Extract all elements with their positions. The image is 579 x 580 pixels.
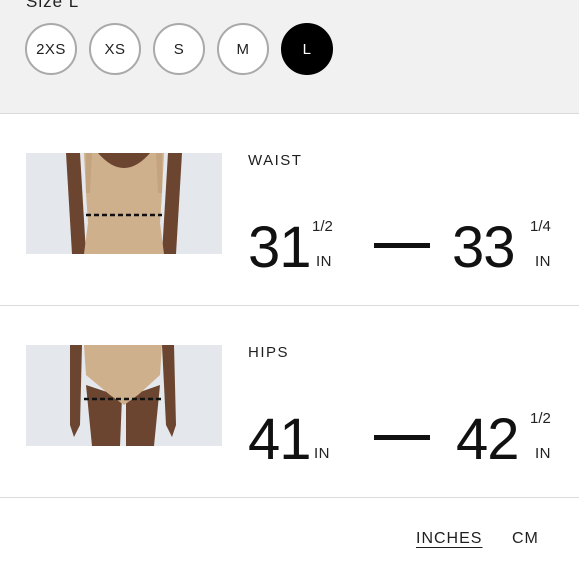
unit-toggle-inches[interactable]: INCHES: [416, 530, 482, 548]
hips-max-fraction: 1/2: [530, 410, 551, 427]
waist-range-dash: [374, 243, 430, 248]
waist-max-fraction: 1/4: [530, 218, 551, 235]
selected-size-label: Size L: [26, 0, 80, 11]
size-option-s[interactable]: S: [153, 23, 205, 75]
waist-max-value: 33: [452, 215, 516, 280]
size-selector-panel: Size L 2XS XS S M L: [0, 0, 579, 114]
unit-toggle-cm[interactable]: CM: [512, 530, 539, 548]
hips-range-dash: [374, 435, 430, 440]
hips-max-unit: IN: [535, 445, 551, 462]
waist-max-unit: IN: [535, 253, 551, 270]
waist-min-unit: IN: [316, 253, 332, 270]
size-option-2xs[interactable]: 2XS: [25, 23, 77, 75]
hips-measurement-row: HIPS 41 IN 42 1/2 IN: [0, 306, 579, 498]
waist-measurement-row: WAIST 31 1/2 IN 33 1/4 IN: [0, 114, 579, 306]
hips-max-value: 42: [456, 407, 520, 472]
hips-title: HIPS: [248, 344, 290, 361]
size-option-xs[interactable]: XS: [89, 23, 141, 75]
size-option-m[interactable]: M: [217, 23, 269, 75]
hips-min-value: 41: [248, 407, 312, 472]
waist-min-value: 31: [248, 215, 312, 280]
size-options: 2XS XS S M L: [25, 23, 345, 75]
hips-min-unit: IN: [314, 445, 330, 462]
waist-title: WAIST: [248, 152, 303, 169]
waist-illustration-image: [26, 153, 222, 254]
size-option-l[interactable]: L: [281, 23, 333, 75]
waist-min-fraction: 1/2: [312, 218, 333, 235]
hips-illustration-image: [26, 345, 222, 446]
